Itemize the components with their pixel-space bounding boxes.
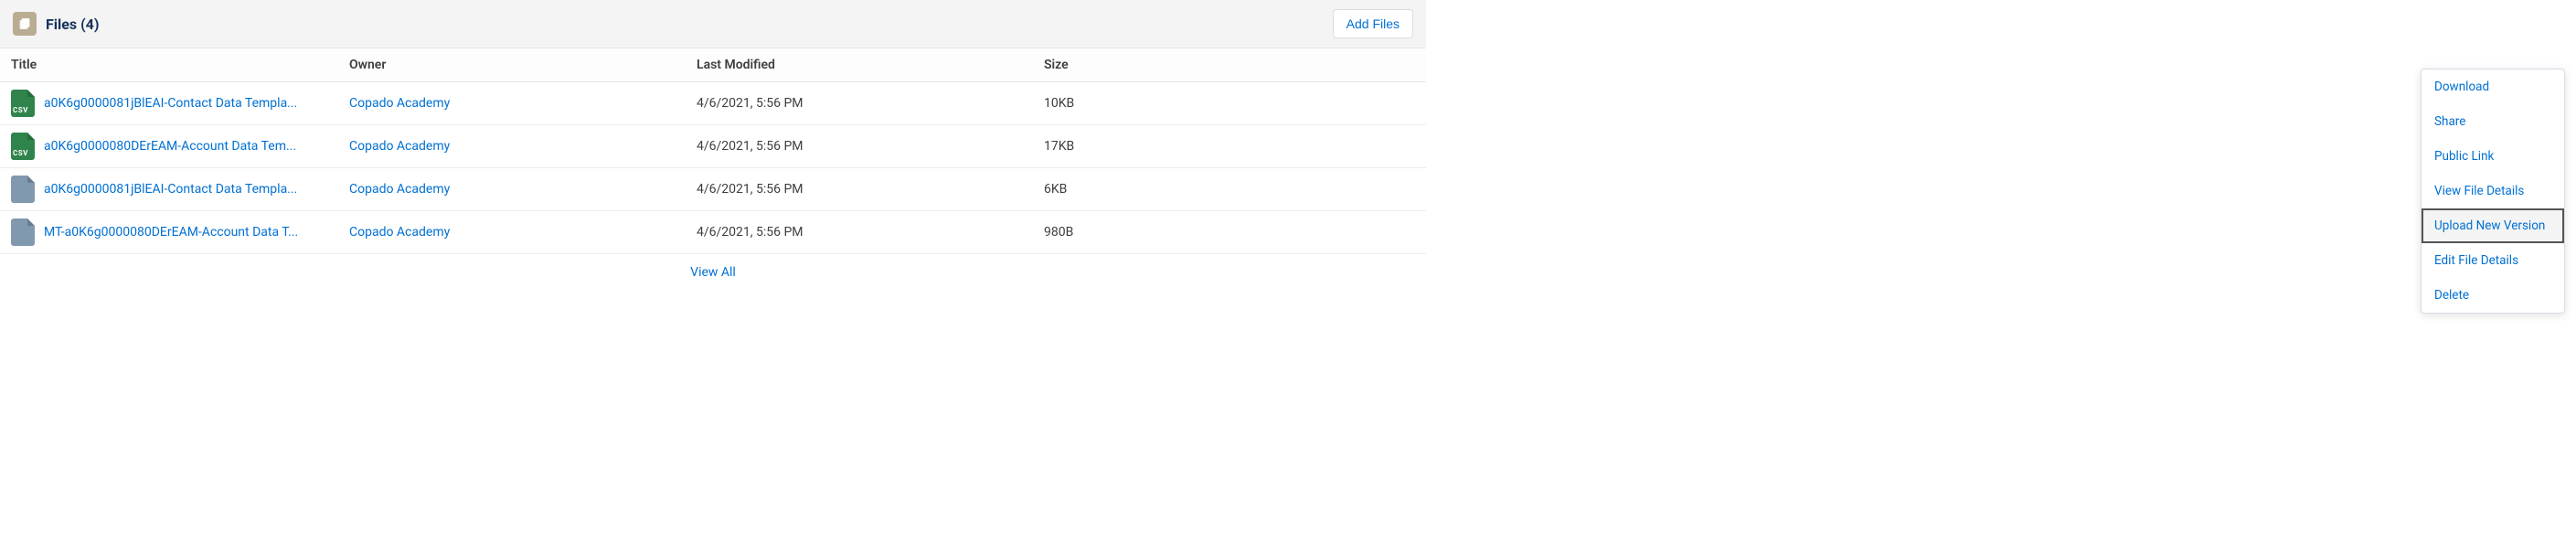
table-row: CSV a0K6g0000080DErEAM-Account Data Tem.…: [0, 125, 1426, 168]
menu-delete[interactable]: Delete: [2422, 278, 2564, 313]
file-owner-link[interactable]: Copado Academy: [349, 139, 450, 154]
file-modified: 4/6/2021, 5:56 PM: [686, 82, 1033, 125]
file-size: 6KB: [1033, 168, 1426, 211]
files-icon: [13, 12, 37, 36]
column-header-size[interactable]: Size: [1033, 48, 1426, 82]
file-title-link[interactable]: a0K6g0000080DErEAM-Account Data Tem...: [44, 139, 296, 154]
column-header-last-modified[interactable]: Last Modified: [686, 48, 1033, 82]
files-card-header: Files (4) Add Files: [0, 0, 1426, 48]
menu-public-link[interactable]: Public Link: [2422, 139, 2564, 174]
column-header-owner[interactable]: Owner: [338, 48, 686, 82]
table-row: CSV a0K6g0000081jBlEAI-Contact Data Temp…: [0, 82, 1426, 125]
file-modified: 4/6/2021, 5:56 PM: [686, 211, 1033, 254]
file-size: 980B: [1033, 211, 1426, 254]
file-owner-link[interactable]: Copado Academy: [349, 225, 450, 240]
file-actions-menu: Download Share Public Link View File Det…: [2421, 69, 2565, 314]
file-owner-link[interactable]: Copado Academy: [349, 182, 450, 197]
file-size: 10KB: [1033, 82, 1426, 125]
files-header-title: Files (4): [46, 16, 99, 33]
menu-upload-new-version[interactable]: Upload New Version: [2422, 208, 2564, 243]
generic-file-icon: [11, 176, 35, 203]
table-row: a0K6g0000081jBlEAI-Contact Data Templa..…: [0, 168, 1426, 211]
menu-view-file-details[interactable]: View File Details: [2422, 174, 2564, 208]
menu-download[interactable]: Download: [2422, 69, 2564, 104]
file-owner-link[interactable]: Copado Academy: [349, 96, 450, 111]
file-title-link[interactable]: MT-a0K6g0000080DErEAM-Account Data T...: [44, 225, 298, 240]
file-modified: 4/6/2021, 5:56 PM: [686, 125, 1033, 168]
table-row: MT-a0K6g0000080DErEAM-Account Data T... …: [0, 211, 1426, 254]
files-table: Title Owner Last Modified Size CSV a0K6g…: [0, 48, 1426, 291]
file-modified: 4/6/2021, 5:56 PM: [686, 168, 1033, 211]
csv-file-icon: CSV: [11, 133, 35, 160]
menu-share[interactable]: Share: [2422, 104, 2564, 139]
file-title-link[interactable]: a0K6g0000081jBlEAI-Contact Data Templa..…: [44, 96, 297, 111]
view-all-link[interactable]: View All: [690, 265, 736, 280]
csv-file-icon: CSV: [11, 90, 35, 117]
view-all-row[interactable]: View All: [0, 254, 1426, 292]
column-header-title[interactable]: Title: [0, 48, 338, 82]
file-size: 17KB: [1033, 125, 1426, 168]
generic-file-icon: [11, 218, 35, 246]
add-files-button[interactable]: Add Files: [1333, 9, 1413, 38]
menu-edit-file-details[interactable]: Edit File Details: [2422, 243, 2564, 278]
file-title-link[interactable]: a0K6g0000081jBlEAI-Contact Data Templa..…: [44, 182, 297, 197]
